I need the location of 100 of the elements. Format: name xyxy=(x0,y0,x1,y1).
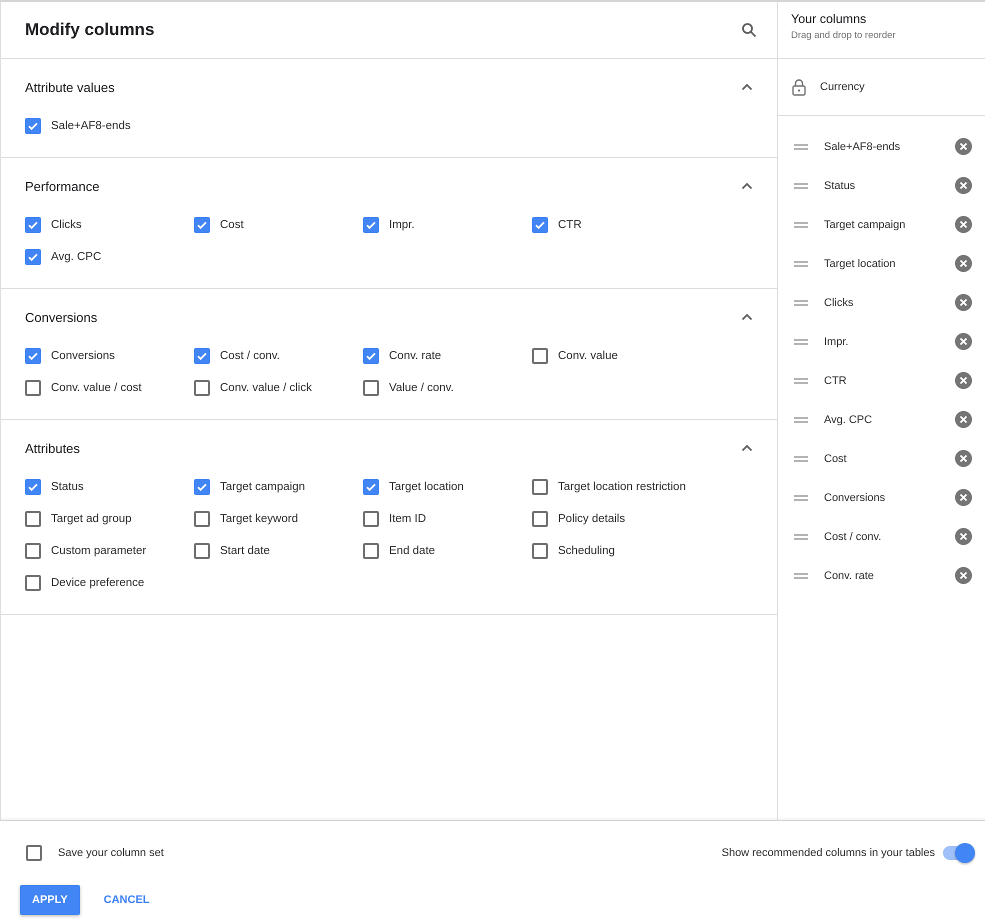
checkbox[interactable] xyxy=(194,217,210,233)
checkbox[interactable] xyxy=(25,543,41,559)
option-label: Conv. value xyxy=(558,350,618,362)
drag-handle-icon[interactable] xyxy=(794,182,808,188)
lock-icon xyxy=(792,78,806,96)
remove-icon[interactable] xyxy=(955,450,972,467)
checkbox[interactable] xyxy=(532,217,548,233)
drag-handle-icon[interactable] xyxy=(794,338,808,344)
option-label: Target campaign xyxy=(220,481,306,493)
option-label: Cost xyxy=(220,219,244,231)
checkbox[interactable] xyxy=(363,217,379,233)
checkmark-icon xyxy=(196,219,208,231)
chevron-icon[interactable] xyxy=(741,444,753,452)
checkmark-icon xyxy=(365,350,377,362)
remove-icon[interactable] xyxy=(955,138,972,155)
drag-handle-icon[interactable] xyxy=(794,456,808,462)
option-label: Item ID xyxy=(389,513,426,525)
drag-handle-icon[interactable] xyxy=(794,300,808,306)
remove-icon[interactable] xyxy=(955,567,972,584)
option-label: Value / conv. xyxy=(389,382,454,394)
drag-handle-icon[interactable] xyxy=(794,572,808,578)
option-label: Save your column set xyxy=(58,847,164,859)
column-label: CTR xyxy=(824,374,848,386)
option-label: Status xyxy=(51,481,84,493)
column-label: Cost xyxy=(824,452,848,464)
chevron-icon[interactable] xyxy=(741,313,753,321)
remove-icon[interactable] xyxy=(955,333,972,350)
option-label: Impr. xyxy=(389,219,415,231)
option-label: Target location restriction xyxy=(558,481,686,493)
section-title: Conversions xyxy=(25,310,98,324)
chevron-icon[interactable] xyxy=(741,182,753,190)
column-label: Impr. xyxy=(824,336,850,348)
checkbox[interactable] xyxy=(194,380,210,396)
option-label: Target keyword xyxy=(220,513,298,525)
checkbox[interactable] xyxy=(25,118,41,134)
search-icon[interactable] xyxy=(741,22,757,38)
checkbox[interactable] xyxy=(25,575,41,591)
option-label: CTR xyxy=(558,219,582,231)
option-label: Target ad group xyxy=(51,513,132,525)
checkbox[interactable] xyxy=(532,479,548,495)
checkbox[interactable] xyxy=(194,348,210,364)
option-label: Avg. CPC xyxy=(51,251,102,263)
checkbox[interactable] xyxy=(363,511,379,527)
option-label: Target location xyxy=(389,481,464,493)
checkbox[interactable] xyxy=(194,543,210,559)
remove-icon[interactable] xyxy=(955,528,972,545)
checkmark-icon xyxy=(534,219,546,231)
checkbox[interactable] xyxy=(25,249,41,265)
panel-title: Your columns xyxy=(791,12,868,26)
remove-icon[interactable] xyxy=(955,372,972,389)
toggle-switch[interactable] xyxy=(943,846,973,860)
column-label: Clicks xyxy=(824,296,854,308)
toggle-label: Show recommended columns in your tables xyxy=(722,847,935,859)
column-label: Target campaign xyxy=(824,218,906,230)
drag-handle-icon[interactable] xyxy=(794,378,808,384)
column-label: Status xyxy=(824,180,856,192)
drag-handle-icon[interactable] xyxy=(794,494,808,500)
checkbox[interactable] xyxy=(532,348,548,364)
checkbox[interactable] xyxy=(363,380,379,396)
checkbox[interactable] xyxy=(532,543,548,559)
checkmark-icon xyxy=(27,481,39,493)
column-label: Target location xyxy=(824,258,897,270)
drag-handle-icon[interactable] xyxy=(794,144,808,150)
checkmark-icon xyxy=(27,219,39,231)
option-label: Conv. rate xyxy=(389,350,442,362)
checkbox[interactable] xyxy=(25,511,41,527)
remove-icon[interactable] xyxy=(955,216,972,233)
drag-handle-icon[interactable] xyxy=(794,222,808,228)
checkmark-icon xyxy=(27,120,39,132)
option-label: Scheduling xyxy=(558,545,615,557)
checkbox[interactable] xyxy=(26,845,42,861)
column-label: Avg. CPC xyxy=(824,414,874,426)
chevron-icon[interactable] xyxy=(741,83,753,91)
checkbox[interactable] xyxy=(25,380,41,396)
checkbox[interactable] xyxy=(25,217,41,233)
checkbox[interactable] xyxy=(25,348,41,364)
cancel-button[interactable]: CANCEL xyxy=(92,885,162,915)
checkmark-icon xyxy=(27,251,39,263)
drag-handle-icon[interactable] xyxy=(794,260,808,266)
remove-icon[interactable] xyxy=(955,177,972,194)
remove-icon[interactable] xyxy=(955,489,972,506)
checkbox[interactable] xyxy=(363,543,379,559)
checkbox[interactable] xyxy=(25,479,41,495)
column-label: Conv. rate xyxy=(824,570,875,582)
checkbox[interactable] xyxy=(194,511,210,527)
section-title: Attribute values xyxy=(25,80,115,94)
remove-icon[interactable] xyxy=(955,294,972,311)
option-label: End date xyxy=(389,545,436,557)
apply-button[interactable]: APPLY xyxy=(20,885,80,915)
option-label: Conv. value / click xyxy=(220,382,312,394)
checkbox[interactable] xyxy=(532,511,548,527)
section-title: Attributes xyxy=(25,440,80,456)
option-label: Cost / conv. xyxy=(220,350,280,362)
checkbox[interactable] xyxy=(194,479,210,495)
drag-handle-icon[interactable] xyxy=(794,534,808,540)
checkbox[interactable] xyxy=(363,348,379,364)
checkbox[interactable] xyxy=(363,479,379,495)
drag-handle-icon[interactable] xyxy=(794,416,808,422)
remove-icon[interactable] xyxy=(955,411,972,428)
remove-icon[interactable] xyxy=(955,255,972,272)
